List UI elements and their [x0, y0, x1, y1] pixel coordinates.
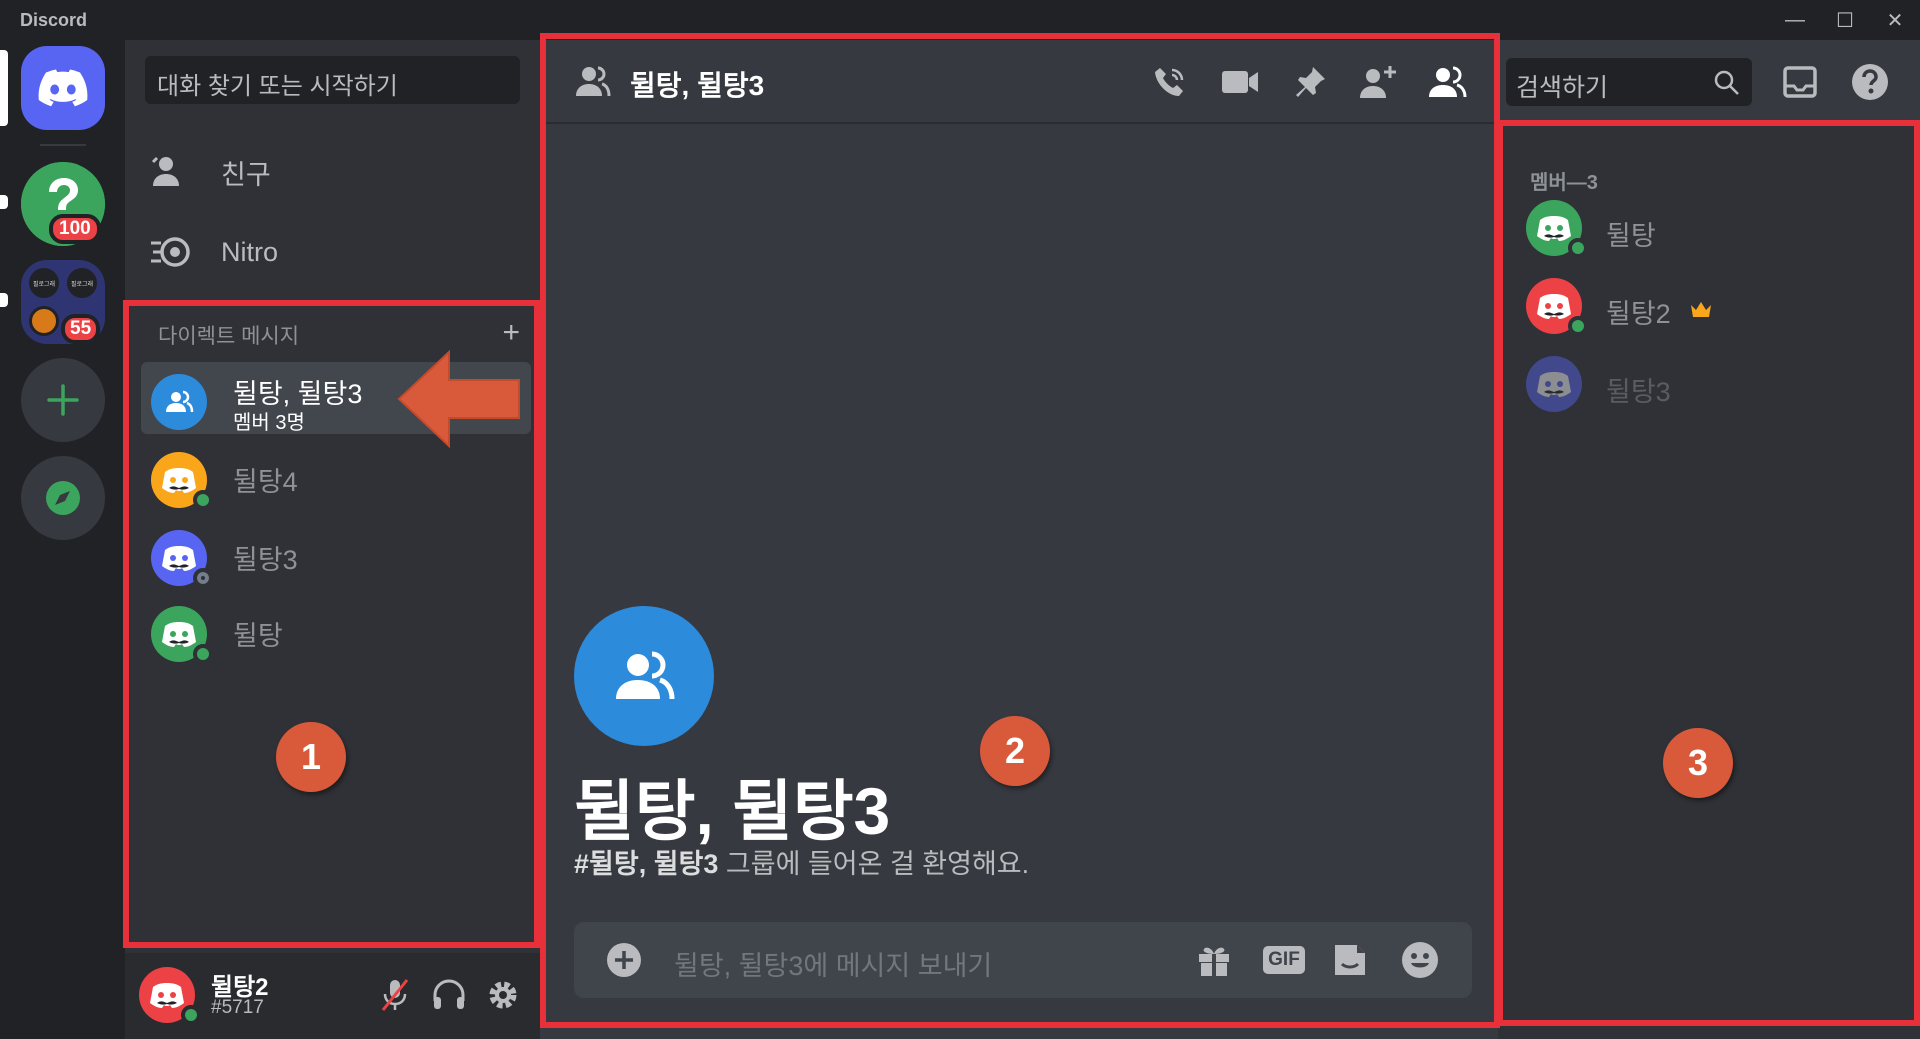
home-button[interactable] — [21, 46, 105, 130]
minimize-button[interactable]: — — [1775, 4, 1815, 36]
annotation-number: 3 — [1663, 728, 1733, 798]
nitro-icon — [147, 232, 195, 272]
help-icon — [1852, 64, 1888, 100]
plus-icon — [47, 384, 79, 416]
search-icon — [1714, 70, 1739, 95]
nav-nitro[interactable]: Nitro — [137, 220, 527, 284]
top-toolbar: 검색하기 — [1498, 40, 1920, 124]
gear-icon — [489, 981, 517, 1009]
user-settings-button[interactable] — [481, 973, 525, 1017]
friends-icon — [147, 152, 195, 192]
selected-indicator — [0, 50, 8, 126]
highlight-box-chat — [540, 33, 1500, 1028]
headphones-icon — [433, 979, 465, 1009]
app-brand: Discord — [20, 10, 88, 30]
search-input[interactable]: 검색하기 — [1506, 58, 1752, 106]
inbox-button[interactable] — [1776, 60, 1824, 104]
user-panel: 뒬탕2 #5717 — [125, 953, 540, 1039]
add-server-button[interactable] — [21, 358, 105, 442]
server-icon-question[interactable]: 100 — [21, 162, 105, 246]
server-rail: 100 필로그래 필로그래 55 — [0, 40, 125, 1039]
help-button[interactable] — [1846, 60, 1894, 104]
annotation-number: 2 — [980, 716, 1050, 786]
annotation-number: 1 — [276, 722, 346, 792]
nav-friends-label: 친구 — [221, 159, 271, 190]
discord-app: Discord — ☐ ✕ 100 필로그래 필로그래 55 대화 찾기 또는 … — [0, 0, 1920, 1039]
deafen-button[interactable] — [427, 973, 471, 1017]
mic-muted-icon — [381, 979, 409, 1011]
server-thumb: 필로그래 — [67, 268, 97, 298]
search-placeholder: 검색하기 — [1516, 74, 1609, 102]
rail-separator — [40, 144, 86, 146]
compass-icon — [46, 481, 80, 515]
server-thumb-emblem — [29, 306, 59, 336]
server-thumb: 필로그래 — [29, 268, 59, 298]
arrow-icon — [397, 350, 520, 448]
nav-nitro-label: Nitro — [221, 236, 279, 267]
mention-badge: 100 — [49, 214, 101, 244]
mute-button[interactable] — [373, 973, 417, 1017]
inbox-icon — [1783, 66, 1817, 98]
close-button[interactable]: ✕ — [1875, 4, 1915, 36]
self-tag: #5717 — [211, 997, 264, 1018]
find-conversation-input[interactable]: 대화 찾기 또는 시작하기 — [145, 56, 520, 104]
explore-servers-button[interactable] — [21, 456, 105, 540]
mention-badge: 55 — [61, 314, 101, 344]
highlight-box-members — [1497, 120, 1920, 1026]
server-icon-guild[interactable]: 필로그래 필로그래 55 — [21, 260, 105, 344]
discord-logo-icon — [38, 69, 88, 107]
nav-friends[interactable]: 친구 — [137, 140, 527, 204]
unread-indicator — [0, 293, 8, 307]
maximize-button[interactable]: ☐ — [1825, 4, 1865, 36]
unread-indicator — [0, 195, 8, 209]
online-status-icon — [181, 1005, 201, 1025]
